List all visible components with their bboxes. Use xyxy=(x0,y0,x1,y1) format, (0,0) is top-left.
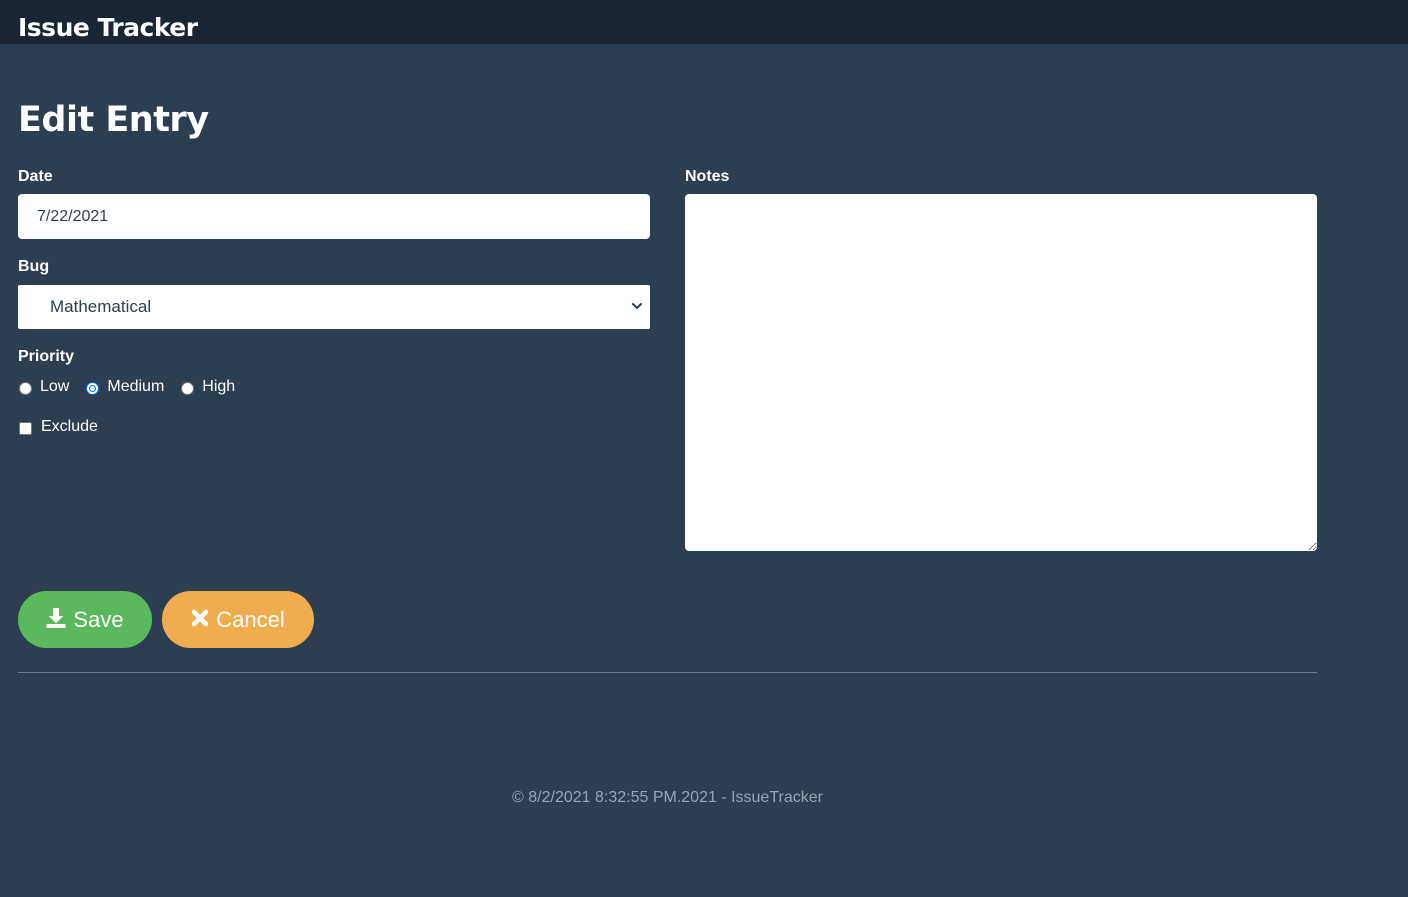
close-icon xyxy=(192,609,209,626)
notes-textarea[interactable] xyxy=(685,194,1317,551)
save-button-label: Save xyxy=(73,606,124,632)
exclude-label: Exclude xyxy=(41,418,98,435)
chevron-down-icon xyxy=(632,303,642,309)
priority-radio-group: Low Medium High xyxy=(18,376,251,398)
bug-label: Bug xyxy=(18,258,50,275)
footer-copyright: © 8/2/2021 8:32:55 PM.2021 - IssueTracke… xyxy=(512,789,823,806)
bug-select[interactable]: Mathematical xyxy=(18,285,650,329)
notes-label: Notes xyxy=(685,168,730,185)
priority-option-high[interactable]: High xyxy=(180,377,235,397)
priority-radio-high[interactable] xyxy=(181,381,195,395)
priority-option-label: High xyxy=(202,378,236,395)
priority-radio-low[interactable] xyxy=(19,381,32,395)
download-icon xyxy=(46,607,66,628)
navbar: Issue Tracker xyxy=(0,0,1408,44)
date-label: Date xyxy=(18,168,53,185)
brand-logo[interactable]: Issue Tracker xyxy=(18,12,198,44)
priority-option-label: Medium xyxy=(107,378,165,395)
priority-radio-medium[interactable] xyxy=(86,381,100,395)
priority-label: Priority xyxy=(18,348,75,365)
cancel-button[interactable]: Cancel xyxy=(162,591,314,648)
priority-option-medium[interactable]: Medium xyxy=(85,377,164,397)
page-title: Edit Entry xyxy=(18,100,209,140)
save-button[interactable]: Save xyxy=(18,591,152,648)
exclude-option[interactable]: Exclude xyxy=(18,417,98,437)
priority-option-label: Low xyxy=(40,378,70,395)
exclude-checkbox[interactable] xyxy=(19,421,32,435)
bug-select-value: Mathematical xyxy=(50,297,152,316)
priority-option-low[interactable]: Low xyxy=(18,377,69,397)
divider xyxy=(18,672,1317,673)
date-input[interactable] xyxy=(18,194,650,239)
cancel-button-label: Cancel xyxy=(216,606,285,632)
